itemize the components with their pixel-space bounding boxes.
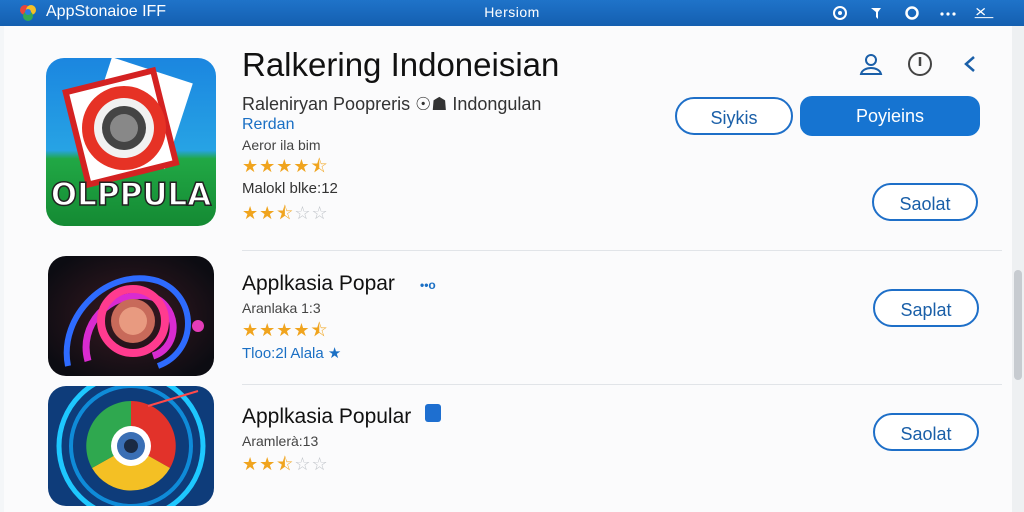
developer-name: Raleniryan Poopreris ☉☗ Indongulan	[242, 94, 542, 114]
app-rating-popular: ★★⯪☆☆	[242, 452, 329, 482]
star-icon: ★	[259, 156, 277, 176]
featured-action-button[interactable]: Saolat	[872, 183, 978, 221]
star-icon: ⯪	[276, 454, 295, 474]
app-meta-popular: Aramlerà:13	[242, 433, 319, 449]
featured-sub-stars: ★★⯪☆☆	[242, 201, 329, 231]
star-icon: ★	[259, 320, 277, 340]
info-icon[interactable]	[906, 50, 934, 78]
back-icon[interactable]	[956, 50, 984, 78]
featured-app-icon[interactable]: OLPPULA	[46, 58, 216, 226]
settings-icon[interactable]	[902, 3, 922, 23]
star-icon: ★	[242, 454, 260, 474]
verified-badge-icon	[425, 404, 441, 422]
star-icon: ★	[293, 320, 311, 340]
star-icon: ⯪	[276, 203, 295, 223]
more-icon[interactable]	[938, 3, 958, 23]
sub-rating-label: Malokl blke:12	[242, 180, 338, 197]
star-icon: ★	[259, 203, 277, 223]
app-link-popar[interactable]: Tloo:2l Alala ★	[242, 344, 341, 362]
star-icon: ☆	[311, 203, 329, 223]
star-icon: ☆	[311, 454, 329, 474]
star-icon: ★	[242, 156, 260, 176]
star-icon: ☆	[294, 203, 312, 223]
divider	[242, 384, 1002, 385]
star-icon: ★	[242, 203, 260, 223]
app-icon-popular[interactable]	[48, 386, 214, 506]
close-icon[interactable]	[974, 3, 994, 23]
rating-label: Aeror ila bim	[242, 137, 321, 153]
window-titlebar: AppStonaioe IFF Hersiom	[0, 0, 1024, 26]
star-icon: ⯪	[310, 320, 329, 340]
refresh-icon[interactable]	[830, 3, 850, 23]
star-icon: ★	[293, 156, 311, 176]
install-button-popar[interactable]: Saplat	[873, 289, 979, 327]
divider	[242, 250, 1002, 251]
scrollbar-track[interactable]	[1012, 26, 1024, 512]
star-icon: ☆	[294, 454, 312, 474]
star-icon: ⯪	[310, 156, 329, 176]
star-icon: ★	[242, 320, 260, 340]
app-meta-popar: Aranlaka 1:3	[242, 300, 321, 316]
star-icon: ★	[276, 320, 294, 340]
app-title-popular[interactable]: Applkasia Popular	[242, 405, 411, 429]
featured-icon-text: OLPPULA	[51, 177, 211, 213]
star-icon: ★	[276, 156, 294, 176]
app-badge: ••o	[420, 278, 436, 292]
star-icon: ★	[259, 454, 277, 474]
scrollbar-thumb[interactable]	[1014, 270, 1022, 380]
category-link[interactable]: Rerdan	[242, 116, 294, 134]
user-icon[interactable]	[857, 50, 885, 78]
pin-icon[interactable]	[866, 3, 886, 23]
primary-button[interactable]: Poyieins	[800, 96, 980, 136]
install-button-popular[interactable]: Saolat	[873, 413, 979, 451]
app-title-popar[interactable]: Applkasia Popar	[242, 272, 395, 296]
app-icon-popar[interactable]	[48, 256, 214, 376]
page-title: Ralkering Indoneisian	[242, 46, 560, 83]
secondary-button[interactable]: Siykis	[675, 97, 793, 135]
